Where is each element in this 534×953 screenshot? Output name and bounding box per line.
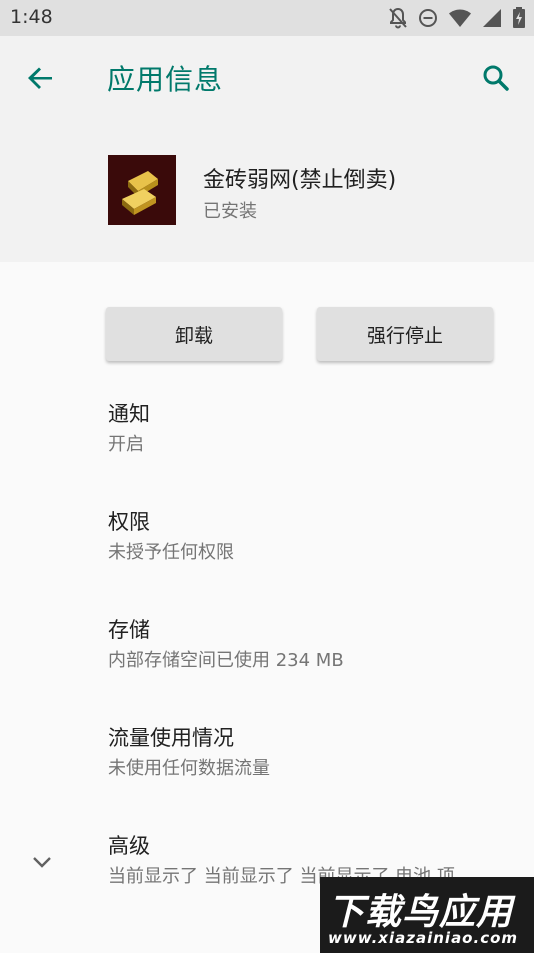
- settings-item-title: 流量使用情况: [108, 726, 234, 750]
- signal-icon: [483, 9, 501, 27]
- settings-item-notifications[interactable]: 通知 开启: [108, 400, 518, 458]
- settings-item-subtitle: 开启: [108, 434, 144, 455]
- settings-item-data-usage[interactable]: 流量使用情况 未使用任何数据流量: [108, 724, 518, 782]
- uninstall-button[interactable]: 卸载: [106, 307, 282, 361]
- watermark-title: 下载鸟应用: [328, 892, 514, 933]
- search-icon: [483, 65, 509, 91]
- settings-item-subtitle: 未使用任何数据流量: [108, 758, 270, 779]
- settings-item-subtitle: 内部存储空间已使用 234 MB: [108, 650, 344, 671]
- dnd-minus-icon: [419, 9, 437, 27]
- settings-item-title: 存储: [108, 618, 150, 642]
- do-not-disturb-bell-icon: [389, 7, 407, 29]
- app-name: 金砖弱网(禁止倒卖): [203, 168, 397, 193]
- settings-item-title: 高级: [108, 834, 150, 858]
- back-button[interactable]: [20, 58, 60, 98]
- app-icon: [108, 155, 176, 225]
- page-title: 应用信息: [107, 63, 224, 96]
- settings-item-subtitle: 未授予任何权限: [108, 542, 234, 563]
- settings-item-permissions[interactable]: 权限 未授予任何权限: [108, 508, 518, 566]
- settings-item-storage[interactable]: 存储 内部存储空间已使用 234 MB: [108, 616, 518, 674]
- settings-item-title: 权限: [108, 510, 150, 534]
- status-bar: 1:48: [0, 0, 534, 36]
- gold-bar-icon: [108, 155, 176, 225]
- wifi-icon: [449, 9, 471, 27]
- status-time: 1:48: [10, 6, 53, 28]
- watermark-url: www.xiazainiao.com: [328, 929, 519, 947]
- settings-item-title: 通知: [108, 402, 150, 426]
- app-bar: 应用信息: [0, 36, 534, 120]
- battery-icon: [513, 7, 525, 28]
- app-install-status: 已安装: [203, 201, 257, 222]
- watermark: 下载鸟应用 www.xiazainiao.com: [320, 877, 534, 953]
- force-stop-button[interactable]: 强行停止: [317, 307, 493, 361]
- status-icons: [388, 7, 526, 29]
- app-header: 金砖弱网(禁止倒卖) 已安装: [0, 120, 534, 262]
- back-arrow-icon: [28, 67, 52, 89]
- chevron-down-icon[interactable]: [30, 850, 54, 874]
- search-button[interactable]: [476, 58, 516, 98]
